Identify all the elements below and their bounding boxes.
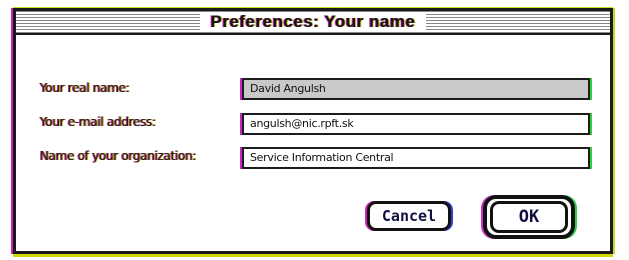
email-address-field[interactable]: angulsh@nic.rpft.sk [242,113,590,135]
title-bar[interactable]: Preferences: Your name [16,11,610,35]
email-address-label: Your e-mail address: [40,115,156,129]
window-title: Preferences: Your name [200,12,426,32]
organization-label: Name of your organization: [40,149,197,163]
preferences-dialog: Preferences: Your name Your real name: D… [13,8,613,254]
real-name-field[interactable]: David Angulsh [242,78,590,100]
ok-button[interactable]: OK [490,201,568,233]
cancel-button[interactable]: Cancel [367,201,451,231]
real-name-label: Your real name: [40,81,130,95]
organization-field[interactable]: Service Information Central [242,147,590,169]
